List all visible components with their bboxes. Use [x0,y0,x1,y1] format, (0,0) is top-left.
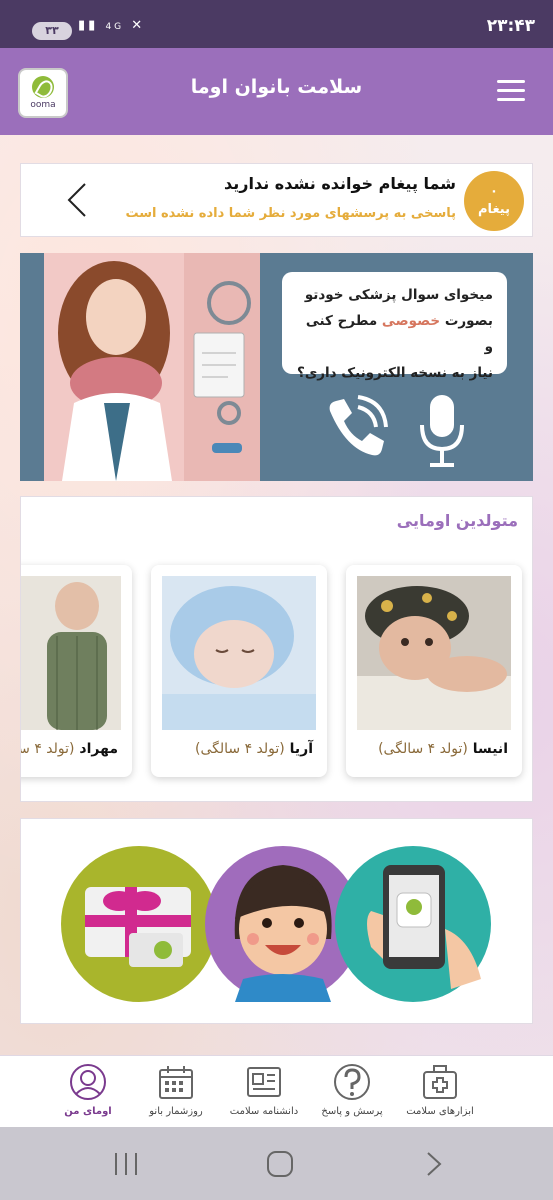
baby-photo [21,576,121,730]
mute-icon: ✕ [131,18,146,33]
nav-item-encyclopedia[interactable]: دانشنامه سلامت [220,1062,308,1124]
banner-line-1: میخوای سوال پزشکی خودتو [304,287,493,303]
nav-label: پرسش و پاسخ [321,1106,383,1117]
consultation-banner[interactable]: میخوای سوال پزشکی خودتو بصورت خصوصی مطرح… [20,253,533,481]
nav-item-health-tools[interactable]: ابزارهای سلامت [396,1062,484,1124]
status-time: ۲۳:۴۳ [486,16,535,36]
banner-text-bubble: میخوای سوال پزشکی خودتو بصورت خصوصی مطرح… [282,272,507,381]
recent-apps-icon[interactable] [106,1147,146,1181]
baby-name: انیسا (تولد ۴ سالگی) [378,741,508,757]
baby-name: مهراد (تولد ۴ سالگی) [21,741,118,757]
banner-line-2: بصورت خصوصی مطرح کنی و [305,313,493,355]
newspaper-icon [247,1067,281,1097]
back-icon[interactable] [414,1147,454,1181]
messages-card[interactable]: ۰ پیغام شما پیغام خوانده نشده ندارید پاس… [20,163,533,237]
nav-label: اومای من [64,1106,112,1117]
baby-card[interactable]: آریا (تولد ۴ سالگی) [151,565,327,777]
message-badge-label: پیغام [478,202,510,217]
nav-label: دانشنامه سلامت [229,1106,299,1117]
nav-label: روزشمار بانو [149,1106,203,1117]
signal-icons: ▮▮ 4G ✕ [78,18,145,33]
nav-label: ابزارهای سلامت [406,1106,474,1117]
baby-card[interactable]: مهراد (تولد ۴ سالگی) [21,565,132,777]
message-count-badge: ۰ پیغام [464,171,524,231]
births-title: متولدین اومایی [396,511,518,530]
user-icon [70,1064,106,1100]
baby-card[interactable]: انیسا (تولد ۴ سالگی) [346,565,522,777]
battery-indicator: ۳۳ [32,22,72,40]
home-icon[interactable] [260,1147,300,1181]
logo-text: ooma [30,100,56,110]
nav-item-qa[interactable]: پرسش و پاسخ [308,1062,396,1124]
messages-title: شما پیغام خوانده نشده ندارید [224,174,456,193]
status-bar: ۳۳ ▮▮ 4G ✕ ۲۳:۴۳ [0,0,553,48]
calendar-icon [159,1066,193,1099]
medical-kit-icon [423,1065,457,1099]
signal-icon: ▮▮ [78,18,99,33]
microphone-icon [420,395,464,467]
hamburger-menu-icon[interactable] [497,80,525,102]
baby-photo [357,576,511,730]
chevron-left-icon[interactable] [61,182,97,218]
message-count: ۰ [490,184,498,199]
baby-name: آریا (تولد ۴ سالگی) [194,741,313,757]
nav-item-calendar[interactable]: روزشمار بانو [132,1062,220,1124]
app-title: سلامت بانوان اوما [190,76,363,98]
phone-icon [329,395,388,456]
app-header: ooma سلامت بانوان اوما [0,48,553,135]
messages-subtitle: پاسخی به پرسشهای مورد نظر شما داده نشده … [125,206,456,221]
gift-card-icon[interactable] [61,846,217,1002]
nav-item-my-ooma[interactable]: اومای من [44,1062,132,1124]
phone-app-icon[interactable] [335,846,491,1002]
baby-photo [162,576,316,730]
services-section [20,818,533,1024]
network-type: 4G [105,22,125,32]
banner-line-3: نیاز به نسخه الکترونیک داری؟ [297,365,493,381]
doctor-illustration [44,253,260,481]
question-icon [334,1064,370,1100]
system-navigation-bar [0,1127,553,1200]
bottom-navigation: ابزارهای سلامت پرسش و پاسخ دانشنامه سلام… [0,1055,553,1127]
births-section: متولدین اومایی انیسا (تولد ۴ سالگی) آریا… [20,496,533,802]
